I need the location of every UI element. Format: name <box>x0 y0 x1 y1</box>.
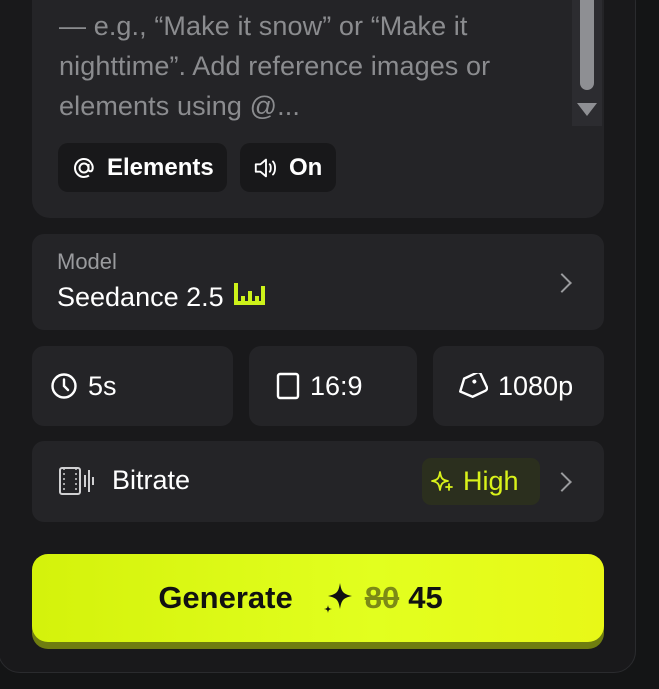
bitrate-value: High <box>463 466 519 496</box>
sparkle-4-icon <box>321 580 357 616</box>
aspect-ratio-value: 16:9 <box>310 370 363 401</box>
resolution-value: 1080p <box>498 370 574 401</box>
elements-button[interactable]: Elements <box>58 143 227 192</box>
bitrate-value-badge: High <box>422 458 540 505</box>
resolution-button[interactable]: 1080p <box>433 346 604 426</box>
model-name-row: Seedance 2.5 <box>57 282 266 313</box>
clock-icon <box>50 372 78 400</box>
model-name: Seedance 2.5 <box>57 282 224 312</box>
chevron-right-icon <box>552 273 572 293</box>
film-icon <box>58 465 96 502</box>
model-label: Model <box>57 249 117 274</box>
elements-label: Elements <box>107 153 214 181</box>
sparkle-icon <box>429 469 455 495</box>
bitrate-label: Bitrate <box>112 465 191 495</box>
scroll-down-arrow[interactable] <box>577 103 597 116</box>
chevron-right-icon <box>552 472 572 492</box>
sound-toggle[interactable]: On <box>240 143 336 192</box>
credit-cost: 45 <box>408 580 443 615</box>
original-credit-cost: 80 <box>364 580 400 615</box>
speaker-icon <box>253 155 279 181</box>
model-selector[interactable]: Model Seedance 2.5 <box>32 234 604 330</box>
generate-button[interactable]: Generate 80 45 <box>32 554 604 642</box>
scrollbar-thumb[interactable] <box>580 0 594 90</box>
sound-label: On <box>289 153 323 181</box>
prompt-input[interactable]: — e.g., “Make it snow” or “Make it night… <box>59 6 564 126</box>
generate-label: Generate <box>158 580 293 615</box>
bars-icon <box>232 282 266 313</box>
bitrate-selector[interactable]: Bitrate High <box>32 441 604 522</box>
diamond-icon <box>456 373 488 399</box>
aspect-ratio-icon <box>276 372 300 400</box>
duration-value: 5s <box>88 370 117 401</box>
at-icon <box>71 155 97 181</box>
duration-button[interactable]: 5s <box>32 346 233 426</box>
aspect-ratio-button[interactable]: 16:9 <box>249 346 417 426</box>
